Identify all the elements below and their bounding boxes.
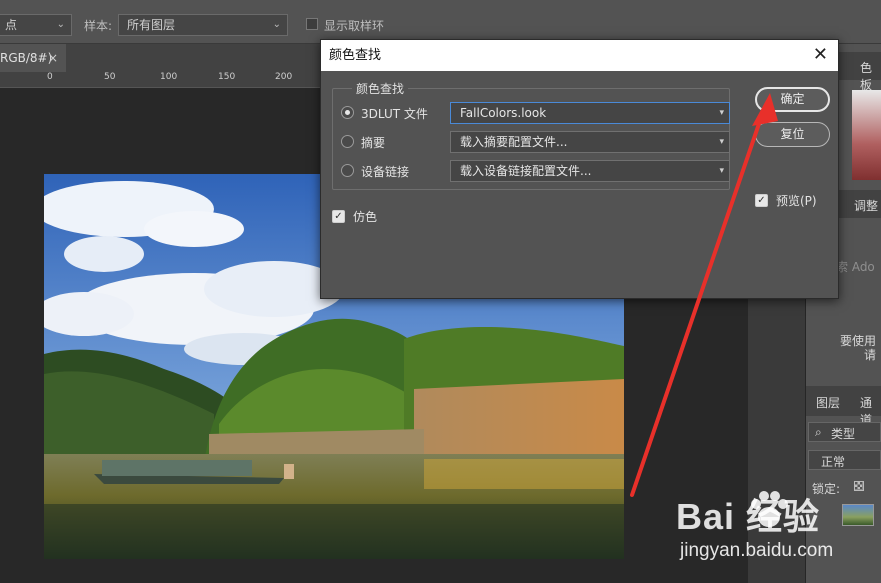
arrow-shaft (630, 110, 765, 497)
baidu-watermark: Bai 经验 jingyan.baidu.com (676, 488, 881, 568)
paw-icon (751, 491, 788, 527)
arrow-head (752, 93, 778, 126)
watermark-url: jingyan.baidu.com (680, 540, 834, 561)
watermark-brand: Bai 经验 (676, 496, 821, 537)
photoshop-window: 点 ⌄ 样本: 所有图层 ⌄ 显示取样环 RGB/8#) × 0 50 100 … (0, 0, 881, 583)
